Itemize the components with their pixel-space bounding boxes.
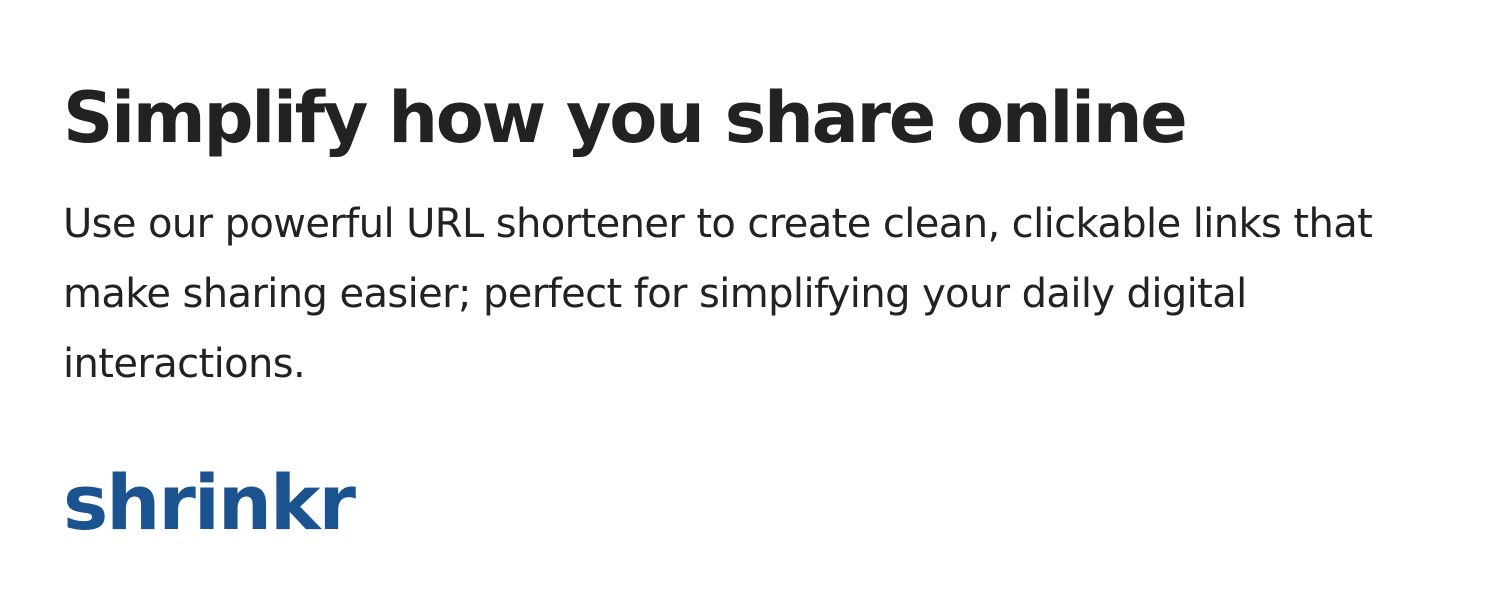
hero-title: Simplify how you share online	[63, 77, 1188, 159]
hero-description: Use our powerful URL shortener to create…	[63, 201, 1373, 387]
brand-logo-text: shrinkr	[63, 458, 356, 547]
